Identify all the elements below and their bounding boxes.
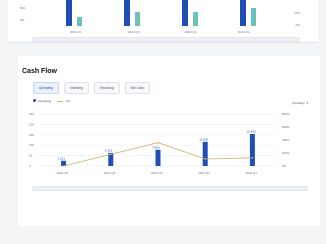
top-y-right-tick: 10% <box>293 11 300 15</box>
bar-value-label: 15,400 <box>246 129 256 133</box>
top-bar-secondary <box>251 8 256 26</box>
top-bar-primary <box>182 0 188 26</box>
bar-value-label: 2,511 <box>58 156 66 160</box>
x-axis-label: 2025 Q1 <box>245 171 257 175</box>
tab-financing[interactable]: Financing <box>93 82 120 94</box>
top-bar-primary <box>66 0 72 26</box>
cash-flow-chart: 0 50 100 150 200 250 0% 200% 400% 600% 800% 2,511 20… <box>29 112 290 175</box>
y2-axis-tick: 800% <box>282 112 290 116</box>
top-x-label: 2024 Q4 <box>238 30 250 34</box>
yoy-point[interactable] <box>62 165 65 167</box>
x-axis-label: 2024 Q3 <box>57 171 69 175</box>
x-axis-label: 2024 Q4 <box>198 171 210 175</box>
y-axis-tick: 50 <box>29 154 33 158</box>
y2-axis-tick: 0% <box>282 164 287 168</box>
period-dropdown[interactable]: Quarterly ▾ <box>292 101 308 105</box>
tab-operating[interactable]: Operating <box>33 82 59 94</box>
bar-value-label: 7,800 <box>152 145 160 149</box>
chevron-down-icon: ▾ <box>306 101 308 105</box>
tab-investing[interactable]: Investing <box>64 82 89 94</box>
cash-flow-scrollbar[interactable] <box>32 186 308 191</box>
top-bar-primary <box>240 0 246 26</box>
top-y-left-tick: 500 <box>20 6 26 10</box>
top-x-label: 2024 Q4 <box>185 30 197 34</box>
top-x-label: 2024 Q3 <box>128 30 140 34</box>
y-axis-tick: 150 <box>29 133 34 137</box>
top-x-label: 2024 Q1 <box>70 30 82 34</box>
legend-label: YoY <box>65 99 71 103</box>
x-axis-label: 2024 Q4 <box>104 171 116 175</box>
bar-value-label: 6,301 <box>105 148 113 152</box>
cash-flow-title: Cash Flow <box>22 68 58 75</box>
yoy-point[interactable] <box>251 157 254 159</box>
top-chart-card: 500 0% 10% 0% 2024 Q1 2024 Q3 2024 Q4 20… <box>8 0 318 43</box>
y-axis-tick: 200 <box>29 122 34 126</box>
chart-legend: Operating YoY <box>33 99 71 103</box>
legend-line-icon <box>57 101 64 102</box>
top-bar-secondary <box>77 17 82 26</box>
operating-bar[interactable] <box>202 141 208 166</box>
operating-bar[interactable] <box>155 149 161 166</box>
y-axis-tick: 250 <box>29 112 34 116</box>
tab-net-cash[interactable]: Net Cash <box>124 82 150 94</box>
legend-item-yoy[interactable]: YoY <box>57 99 71 103</box>
legend-dot-icon <box>33 99 36 102</box>
y-axis-tick: 0 <box>29 164 31 168</box>
bar-value-label: 11,600 <box>199 137 208 141</box>
y2-axis-tick: 400% <box>282 138 290 142</box>
top-chart-scrollbar[interactable] <box>32 37 300 42</box>
top-y-left-tick-2: 0% <box>20 18 25 22</box>
top-y-right-tick-2: 0% <box>295 23 300 27</box>
y2-axis-tick: 600% <box>282 125 290 129</box>
period-label: Quarterly <box>292 101 305 105</box>
operating-bar[interactable] <box>249 133 255 166</box>
cash-flow-tabs: Operating Investing Financing Net Cash <box>33 82 150 94</box>
x-axis-label: 2024 Q4 <box>151 171 163 175</box>
y-axis-tick: 100 <box>29 143 34 147</box>
top-bar-primary <box>124 0 130 26</box>
legend-item-operating[interactable]: Operating <box>33 99 51 103</box>
y2-axis-tick: 200% <box>282 151 290 155</box>
top-bar-secondary <box>193 12 198 26</box>
yoy-point[interactable] <box>157 141 159 144</box>
top-bar-secondary <box>135 12 140 26</box>
yoy-point[interactable] <box>204 158 206 160</box>
yoy-point[interactable] <box>110 153 112 156</box>
legend-label: Operating <box>38 99 52 103</box>
